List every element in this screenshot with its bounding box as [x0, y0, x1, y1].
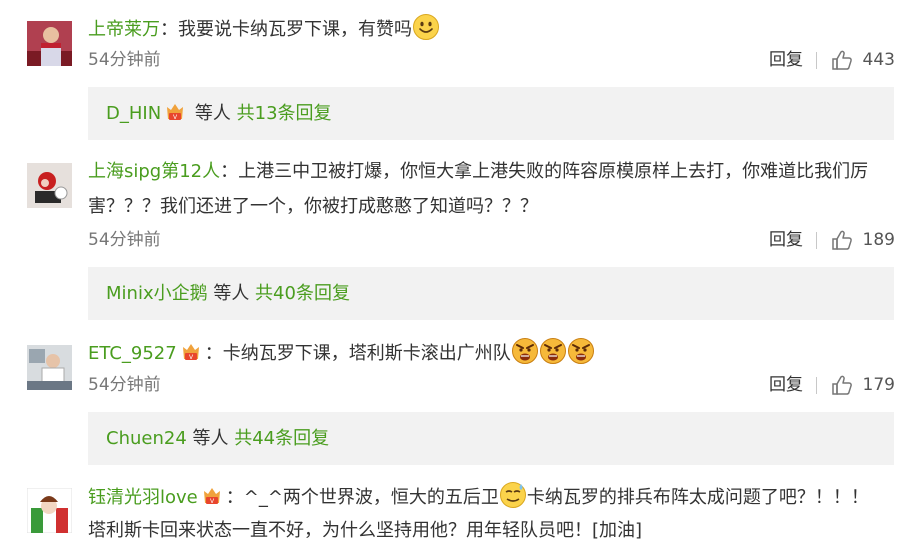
replies-count-link[interactable]: 共13条回复	[237, 103, 332, 124]
timestamp: 54分钟前	[88, 50, 161, 70]
comment-text-continued: 害？？？我们还进了一个，你被打成憨憨了知道吗？？？	[88, 196, 538, 217]
comment-text: ：我要说卡纳瓦罗下课，有赞吗	[160, 19, 412, 40]
like-button[interactable]: 443	[831, 47, 895, 73]
username-link[interactable]: 钰清光羽love	[88, 487, 198, 508]
reply-user-link[interactable]: D_HIN	[106, 103, 161, 124]
thumbs-up-icon	[831, 229, 853, 251]
avatar[interactable]	[27, 21, 72, 66]
comment-text-continued: 塔利斯卡回来状态一直不好，为什么坚持用他？用年轻队员吧！[加油]	[88, 520, 643, 541]
replies-summary[interactable]: Minix小企鹅 等人 共40条回复	[88, 267, 894, 320]
avatar[interactable]	[27, 488, 72, 533]
angry-emoji	[539, 337, 567, 365]
reply-button[interactable]: 回复	[769, 47, 803, 73]
comment-text: ：卡纳瓦罗下课，塔利斯卡滚出广州队	[204, 343, 511, 364]
thumbs-up-icon	[831, 49, 853, 71]
avatar[interactable]	[27, 163, 72, 208]
like-count: 189	[862, 230, 895, 250]
username-link[interactable]: 上帝莱万	[88, 19, 160, 40]
replies-text: 等人	[207, 283, 256, 304]
angry-emoji	[567, 337, 595, 365]
divider	[816, 377, 817, 394]
replies-text: 等人	[186, 428, 235, 449]
replies-text: 等人	[189, 103, 237, 124]
timestamp: 54分钟前	[88, 230, 161, 250]
replies-summary[interactable]: Chuen24 等人 共44条回复	[88, 412, 894, 465]
like-count: 443	[862, 50, 895, 70]
smile-emoji	[412, 13, 440, 41]
username-link[interactable]: 上海sipg第12人	[88, 161, 220, 182]
divider	[816, 232, 817, 249]
like-button[interactable]: 189	[831, 227, 895, 253]
sweat-emoji	[499, 481, 527, 509]
reply-button[interactable]: 回复	[769, 372, 803, 398]
avatar[interactable]	[27, 345, 72, 390]
angry-emoji	[511, 337, 539, 365]
reply-button[interactable]: 回复	[769, 227, 803, 253]
replies-count-link[interactable]: 共44条回复	[234, 428, 329, 449]
member-badge-icon	[164, 101, 186, 123]
reply-user-link[interactable]: Minix小企鹅	[106, 283, 208, 304]
like-count: 179	[862, 375, 895, 395]
like-button[interactable]: 179	[831, 372, 895, 398]
thumbs-up-icon	[831, 374, 853, 396]
member-badge-icon	[201, 485, 223, 507]
divider	[816, 52, 817, 69]
username-link[interactable]: ETC_9527	[88, 343, 177, 364]
timestamp: 54分钟前	[88, 375, 161, 395]
member-badge-icon	[180, 341, 202, 363]
comment-text: ：上港三中卫被打爆，你恒大拿上港失败的阵容原模原样上去打，你难道比我们厉	[220, 161, 869, 182]
replies-count-link[interactable]: 共40条回复	[255, 283, 350, 304]
reply-user-link[interactable]: Chuen24	[106, 428, 187, 449]
replies-summary[interactable]: D_HIN 等人 共13条回复	[88, 87, 894, 140]
comment-text: 卡纳瓦罗的排兵布阵太成问题了吧？！！！	[526, 487, 869, 508]
comment-text: ：^_^两个世界波，恒大的五后卫	[225, 487, 499, 508]
